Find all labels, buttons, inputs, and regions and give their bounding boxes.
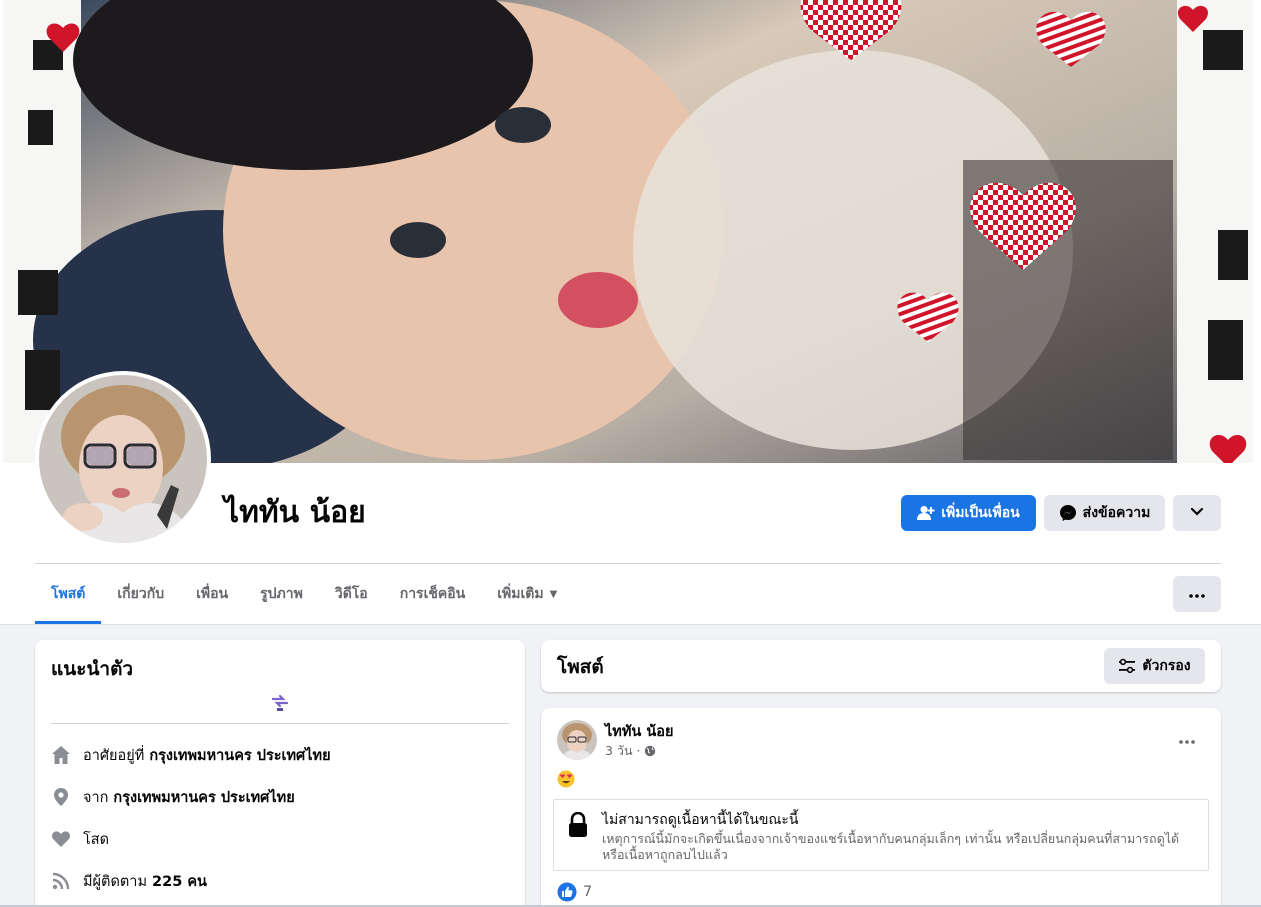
avatar-image: [39, 375, 207, 543]
posts-header-card: โพสต์ ตัวกรอง: [541, 640, 1221, 692]
home-icon: [51, 745, 71, 765]
filter-button[interactable]: ตัวกรอง: [1104, 648, 1205, 684]
tab-photos-label: รูปภาพ: [260, 586, 303, 602]
posts-title: โพสต์: [557, 656, 604, 678]
profile-tabs: โพสต์ เกี่ยวกับ เพื่อน รูปภาพ วิดีโอ การ…: [35, 564, 573, 624]
post-time[interactable]: 3 วัน ·: [605, 741, 640, 761]
person-plus-icon: [917, 505, 935, 521]
post-card: ไททัน น้อย 3 วัน · ไม่สามารถดูเนื้อหานี้…: [541, 708, 1221, 907]
bio-emoji-icon: [271, 694, 289, 712]
intro-lives-in: อาศัยอยู่ที่ กรุงเทพมหานคร ประเทศไทย: [51, 740, 331, 770]
post-reactions[interactable]: 7: [557, 882, 592, 902]
rss-icon: [51, 871, 71, 891]
intro-from: จาก กรุงเทพมหานคร ประเทศไทย: [51, 782, 295, 812]
location-pin-icon: [51, 787, 71, 807]
profile-avatar[interactable]: [35, 371, 211, 547]
tab-more[interactable]: เพิ่มเติม ▼: [481, 564, 573, 624]
sliders-icon: [1118, 658, 1136, 674]
ellipsis-icon: [1189, 586, 1205, 602]
intro-card: แนะนำตัว อาศัยอยู่ที่ กรุงเทพมหานคร ประเ…: [35, 640, 525, 907]
tab-more-label: เพิ่มเติม: [497, 586, 544, 602]
likes-count: 7: [583, 884, 593, 900]
from-value[interactable]: กรุงเทพมหานคร ประเทศไทย: [113, 786, 294, 809]
messenger-icon: [1059, 504, 1077, 522]
tab-friends[interactable]: เพื่อน: [180, 564, 244, 624]
tabs-more-options-button[interactable]: [1173, 576, 1221, 612]
tab-posts[interactable]: โพสต์: [35, 564, 102, 624]
add-friend-button[interactable]: เพิ่มเป็นเพื่อน: [901, 495, 1036, 531]
heart-icon: [51, 829, 71, 849]
post-author-name[interactable]: ไททัน น้อย: [605, 720, 674, 743]
intro-title: แนะนำตัว: [51, 658, 134, 680]
followers-value[interactable]: 225 คน: [152, 870, 207, 893]
lock-icon: [568, 811, 588, 838]
tab-videos-label: วิดีโอ: [334, 586, 368, 602]
from-prefix: จาก: [83, 789, 109, 806]
unavailable-content-box: ไม่สามารถดูเนื้อหานี้ได้ในขณะนี้ เหตุการ…: [553, 799, 1209, 871]
followers-prefix: มีผู้ติดตาม: [83, 873, 148, 890]
intro-divider: [51, 723, 509, 724]
ellipsis-icon: [1179, 729, 1195, 748]
unavailable-title: ไม่สามารถดูเนื้อหานี้ได้ในขณะนี้: [602, 812, 799, 828]
profile-options-button[interactable]: [1173, 495, 1221, 531]
profile-name: ไททัน น้อย: [224, 495, 366, 530]
post-meta: 3 วัน ·: [605, 741, 656, 761]
tab-checkins[interactable]: การเช็คอิน: [384, 564, 482, 624]
message-label: ส่งข้อความ: [1082, 505, 1151, 521]
tab-friends-label: เพื่อน: [196, 586, 229, 602]
profile-header: ไททัน น้อย เพิ่มเป็นเพื่อน ส่งข้อความ โพ…: [0, 0, 1261, 625]
chevron-down-icon: [1190, 505, 1204, 521]
cover-photo[interactable]: [3, 0, 1253, 463]
message-button[interactable]: ส่งข้อความ: [1044, 495, 1165, 531]
like-icon: [557, 882, 577, 902]
filter-label: ตัวกรอง: [1142, 658, 1191, 674]
lives-prefix: อาศัยอยู่ที่: [83, 747, 145, 764]
post-options-button[interactable]: [1173, 726, 1201, 750]
cover-image: [3, 0, 1253, 463]
unavailable-description: เหตุการณ์นี้มักจะเกิดขึ้นเนื่องจากเจ้าขอ…: [602, 831, 1180, 862]
lives-value[interactable]: กรุงเทพมหานคร ประเทศไทย: [149, 744, 330, 767]
heart-eyes-emoji: [557, 770, 575, 788]
tab-checkins-label: การเช็คอิน: [399, 586, 466, 602]
tab-about-label: เกี่ยวกับ: [117, 586, 165, 602]
caret-down-icon: ▼: [549, 588, 558, 600]
relationship-status: โสด: [83, 831, 110, 848]
tab-posts-label: โพสต์: [51, 586, 86, 602]
add-friend-label: เพิ่มเป็นเพื่อน: [941, 505, 1020, 521]
intro-followers: มีผู้ติดตาม 225 คน: [51, 866, 207, 896]
post-author-avatar[interactable]: [557, 720, 597, 760]
tab-about[interactable]: เกี่ยวกับ: [101, 564, 180, 624]
tab-videos[interactable]: วิดีโอ: [319, 564, 384, 624]
globe-icon[interactable]: [644, 745, 656, 757]
tab-photos[interactable]: รูปภาพ: [244, 564, 319, 624]
intro-relationship: โสด: [51, 824, 109, 854]
